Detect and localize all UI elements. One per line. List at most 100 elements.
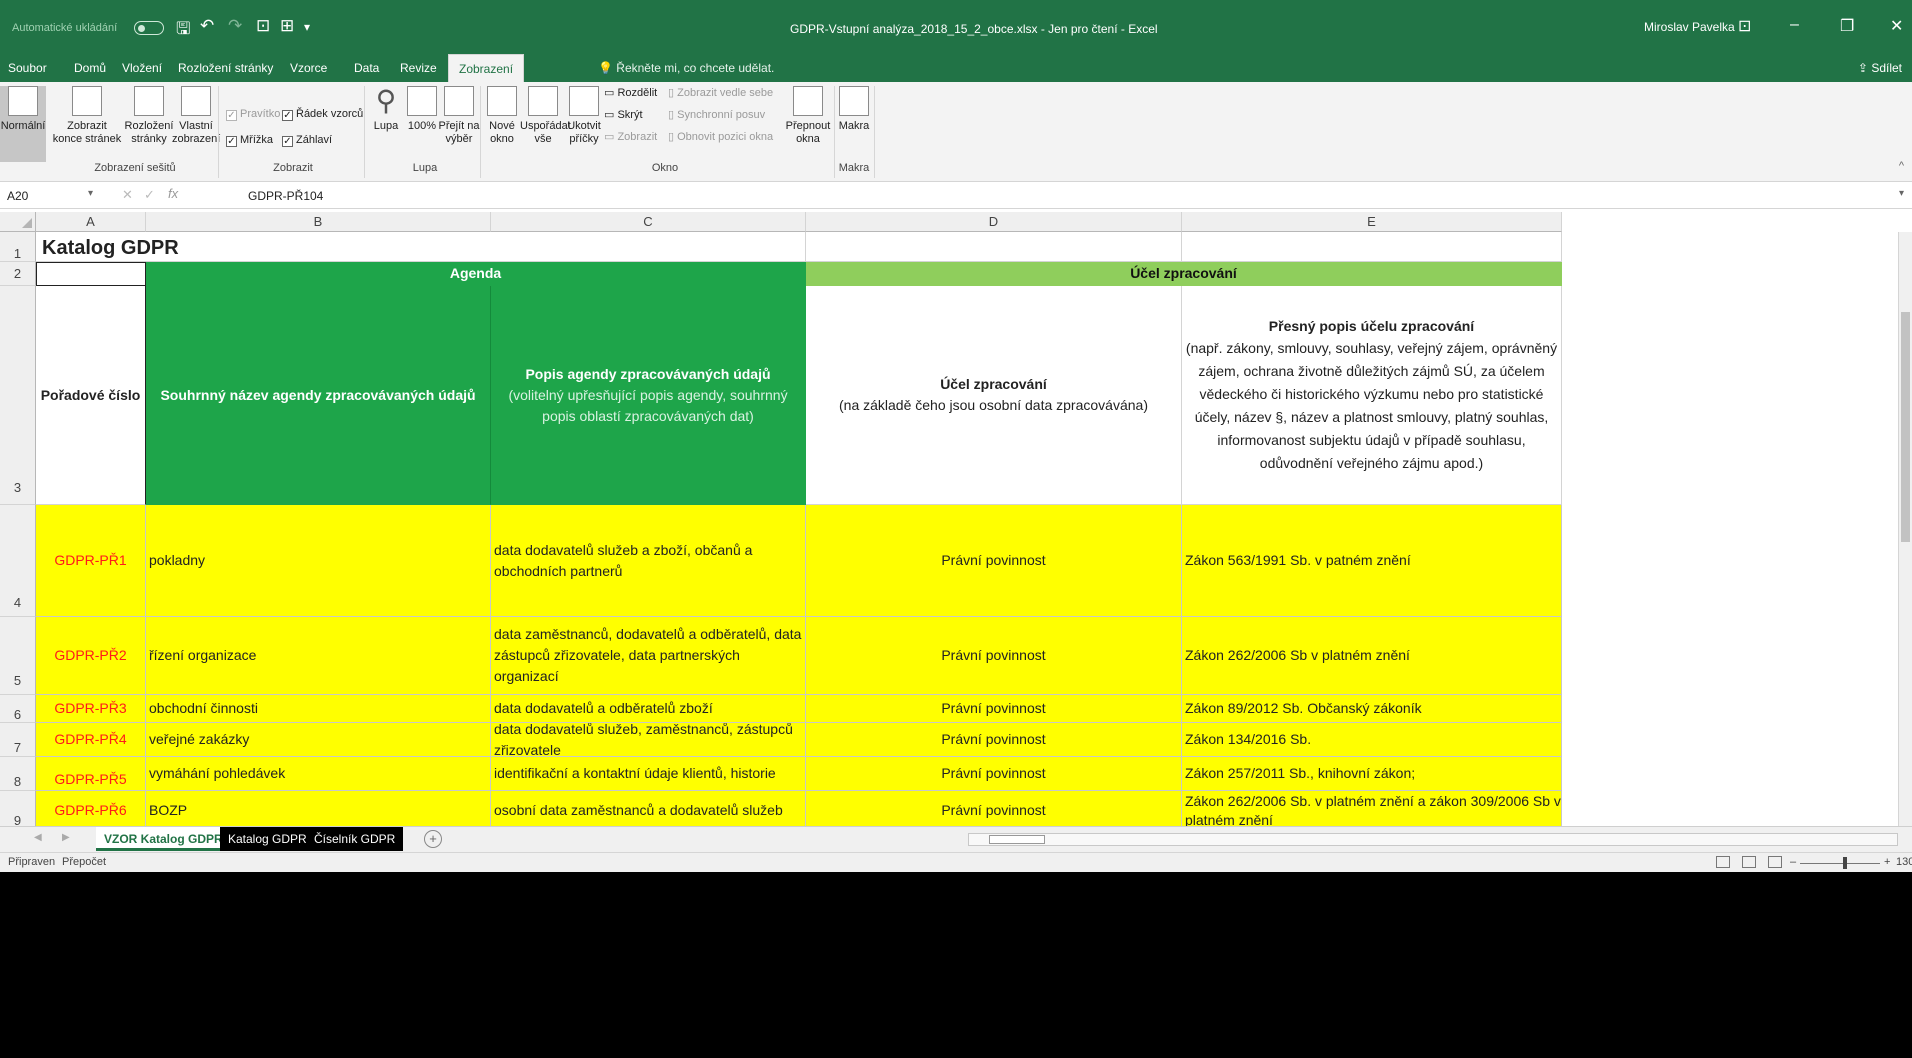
row-header-5[interactable]: 5 xyxy=(0,617,36,695)
user-name[interactable]: Miroslav Pavelka xyxy=(1644,20,1735,34)
row-7-id[interactable]: GDPR-PŘ4 xyxy=(36,723,146,757)
zoom-level[interactable]: 130 % xyxy=(1896,856,1912,868)
row-9-id[interactable]: GDPR-PŘ6 xyxy=(36,791,146,826)
page-break-status-icon[interactable] xyxy=(1768,856,1782,868)
row-6-detail[interactable]: Zákon 89/2012 Sb. Občanský zákoník xyxy=(1182,695,1562,723)
zoom-100-button[interactable]: 100% xyxy=(404,86,440,133)
page-break-view-button[interactable]: Zobrazit konce stránek xyxy=(48,86,126,146)
row-6-desc[interactable]: data dodavatelů a odběratelů zboží xyxy=(491,695,806,723)
switch-windows-button[interactable]: Přepnout okna xyxy=(784,86,832,146)
custom-views-button[interactable]: Vlastní zobrazení xyxy=(172,86,220,146)
tab-data[interactable]: Data xyxy=(354,54,379,82)
tell-me-box[interactable]: 💡 Řekněte mi, co chcete udělat. xyxy=(598,54,774,82)
expand-formula-icon[interactable]: ▾ xyxy=(1899,188,1904,199)
normal-view-button[interactable]: Normální xyxy=(0,86,46,162)
row-header-8[interactable]: 8 xyxy=(0,757,36,791)
formula-input[interactable]: GDPR-PŘ104 xyxy=(248,186,323,206)
gridlines-checkbox[interactable]: ✓ Mřížka xyxy=(226,134,273,147)
row-8-detail[interactable]: Zákon 257/2011 Sb., knihovní zákon; xyxy=(1182,757,1562,791)
sheet-tab-katalog[interactable]: Katalog GDPR xyxy=(220,827,315,851)
freeze-qat-icon[interactable]: ⊞ xyxy=(280,16,294,36)
row-8-purpose[interactable]: Právní povinnost xyxy=(806,757,1182,791)
row-header-7[interactable]: 7 xyxy=(0,723,36,757)
zoom-in-icon[interactable]: + xyxy=(1884,856,1890,868)
header-order-number[interactable]: Pořadové číslo xyxy=(36,286,146,505)
tab-review[interactable]: Revize xyxy=(400,54,437,82)
row-7-detail[interactable]: Zákon 134/2016 Sb. xyxy=(1182,723,1562,757)
save-icon[interactable]: 🖫 xyxy=(176,16,190,45)
header-purpose-detail[interactable]: Přesný popis účelu zpracování (např. zák… xyxy=(1182,286,1562,505)
header-agenda-name[interactable]: Souhrnný název agendy zpracovávaných úda… xyxy=(146,286,491,505)
vertical-scroll-thumb[interactable] xyxy=(1901,312,1910,542)
row-5-detail[interactable]: Zákon 262/2006 Sb v platném znění xyxy=(1182,617,1562,695)
page-layout-status-icon[interactable] xyxy=(1742,856,1756,868)
zoom-slider-knob[interactable] xyxy=(1843,857,1847,869)
arrange-all-button[interactable]: Uspořádat vše xyxy=(520,86,571,146)
column-header-b[interactable]: B xyxy=(146,212,491,232)
split-button[interactable]: ▭ Rozdělit xyxy=(604,86,657,99)
enter-icon[interactable]: ✓ xyxy=(144,187,155,203)
autosave-toggle[interactable] xyxy=(134,21,164,35)
row-5-id[interactable]: GDPR-PŘ2 xyxy=(36,617,146,695)
row-header-3[interactable]: 3 xyxy=(0,286,36,505)
horizontal-scrollbar[interactable] xyxy=(968,833,1898,846)
column-header-e[interactable]: E xyxy=(1182,212,1562,232)
row-header-9[interactable]: 9 xyxy=(0,791,36,826)
share-button[interactable]: ⇪ Sdílet xyxy=(1858,54,1902,82)
row-4-id[interactable]: GDPR-PŘ1 xyxy=(36,505,146,617)
restore-icon[interactable]: ❐ xyxy=(1840,16,1854,36)
cell-d1[interactable] xyxy=(806,232,1182,262)
touch-mode-icon[interactable]: ⊡ xyxy=(256,16,270,36)
sheet-tab-ciselnik[interactable]: Číselník GDPR xyxy=(306,827,404,851)
ruler-checkbox[interactable]: ✓ Pravítko xyxy=(226,108,280,121)
sheet-title[interactable]: Katalog GDPR xyxy=(36,232,491,262)
row-header-2[interactable]: 2 xyxy=(0,262,36,286)
row-8-name[interactable]: vymáhání pohledávek xyxy=(146,757,491,791)
row-4-name[interactable]: pokladny xyxy=(146,505,491,617)
column-header-d[interactable]: D xyxy=(806,212,1182,232)
row-6-id[interactable]: GDPR-PŘ3 xyxy=(36,695,146,723)
close-icon[interactable]: ✕ xyxy=(1890,16,1903,36)
row-header-1[interactable]: 1 xyxy=(0,232,36,262)
ribbon-display-icon[interactable]: ⊡ xyxy=(1738,16,1751,36)
row-5-name[interactable]: řízení organizace xyxy=(146,617,491,695)
row-9-name[interactable]: BOZP xyxy=(146,791,491,826)
column-header-c[interactable]: C xyxy=(491,212,806,232)
row-header-4[interactable]: 4 xyxy=(0,505,36,617)
zoom-slider[interactable] xyxy=(1800,863,1880,864)
side-by-side-button[interactable]: ▯ Zobrazit vedle sebe xyxy=(668,86,773,99)
row-7-name[interactable]: veřejné zakázky xyxy=(146,723,491,757)
row-6-purpose[interactable]: Právní povinnost xyxy=(806,695,1182,723)
unhide-button[interactable]: ▭ Zobrazit xyxy=(604,130,657,143)
cell-e1[interactable] xyxy=(1182,232,1562,262)
next-sheet-icon[interactable]: ▶ xyxy=(62,832,70,843)
horizontal-scroll-thumb[interactable] xyxy=(989,835,1045,844)
minimize-icon[interactable]: – xyxy=(1790,16,1799,34)
select-all-corner[interactable] xyxy=(0,212,36,232)
row-9-desc[interactable]: osobní data zaměstnanců a dodavatelů slu… xyxy=(491,791,806,826)
redo-icon[interactable]: ↷ xyxy=(228,16,242,36)
reset-position-button[interactable]: ▯ Obnovit pozici okna xyxy=(668,130,773,143)
tab-formulas[interactable]: Vzorce xyxy=(290,54,327,82)
zoom-to-selection-button[interactable]: Přejít na výběr xyxy=(438,86,480,146)
zoom-out-icon[interactable]: – xyxy=(1790,856,1796,868)
row-7-desc[interactable]: data dodavatelů služeb, zaměstnanců, zás… xyxy=(491,723,806,757)
row-5-purpose[interactable]: Právní povinnost xyxy=(806,617,1182,695)
cell-c1[interactable] xyxy=(491,232,806,262)
headings-checkbox[interactable]: ✓ Záhlaví xyxy=(282,134,332,147)
sheet-tab-vzor[interactable]: VZOR Katalog GDPR xyxy=(96,827,231,851)
tab-home[interactable]: Domů xyxy=(74,54,106,82)
row-7-purpose[interactable]: Právní povinnost xyxy=(806,723,1182,757)
group-header-agenda[interactable]: Agenda xyxy=(146,262,806,286)
vertical-scrollbar[interactable] xyxy=(1898,232,1912,826)
row-4-desc[interactable]: data dodavatelů služeb a zboží, občanů a… xyxy=(491,505,806,617)
new-window-button[interactable]: Nové okno xyxy=(484,86,520,146)
row-4-detail[interactable]: Zákon 563/1991 Sb. v patném znění xyxy=(1182,505,1562,617)
collapse-ribbon-icon[interactable]: ^ xyxy=(1899,160,1904,172)
macros-button[interactable]: Makra xyxy=(836,86,872,133)
zoom-button[interactable]: ⚲ Lupa xyxy=(368,86,404,133)
customize-qat-icon[interactable]: ▾ xyxy=(304,20,310,34)
row-8-desc[interactable]: identifikační a kontaktní údaje klientů,… xyxy=(491,757,806,791)
name-box-dropdown-icon[interactable]: ▾ xyxy=(88,188,93,199)
add-sheet-icon[interactable]: + xyxy=(424,830,442,848)
